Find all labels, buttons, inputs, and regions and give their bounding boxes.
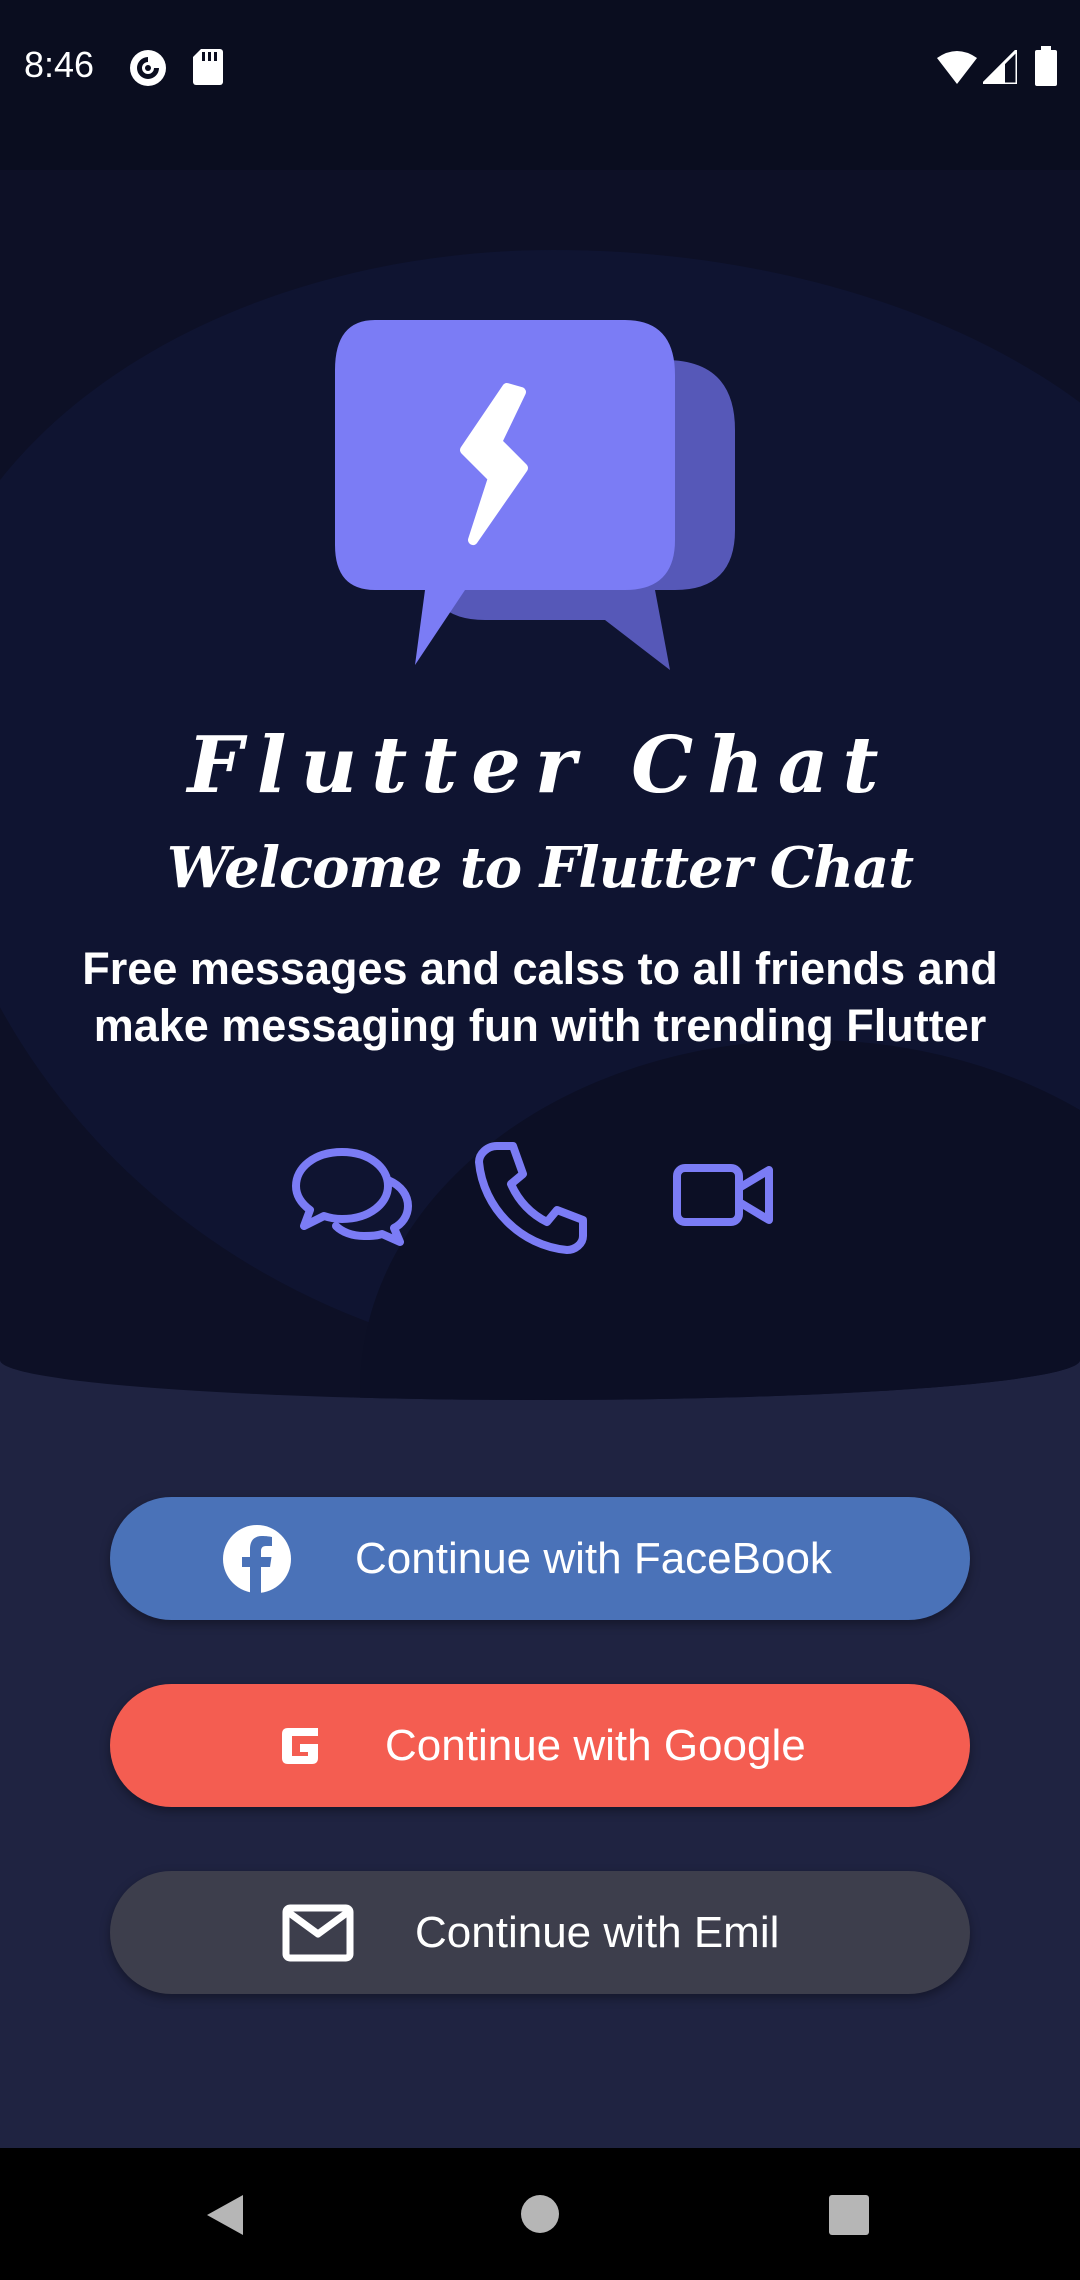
google-button-label: Continue with Google bbox=[385, 1721, 806, 1770]
google-icon bbox=[282, 1728, 318, 1764]
continue-with-facebook-button[interactable]: Continue with FaceBook bbox=[110, 1497, 970, 1620]
continue-with-google-button[interactable]: Continue with Google bbox=[110, 1684, 970, 1807]
continue-with-email-button[interactable]: Continue with Emil bbox=[110, 1871, 970, 1994]
chat-bubbles-icon bbox=[292, 1148, 412, 1246]
sd-card-icon bbox=[193, 49, 223, 85]
recents-icon[interactable] bbox=[829, 2195, 869, 2235]
mail-icon bbox=[282, 1904, 354, 1962]
pocket-casts-icon bbox=[130, 50, 166, 86]
wifi-icon bbox=[937, 51, 977, 84]
welcome-heading: Welcome to Flutter Chat bbox=[166, 835, 914, 901]
screen: 8:46 Flutter Chat Welcome to Flutter Cha… bbox=[0, 0, 1080, 2280]
feature-icons bbox=[290, 1140, 790, 1270]
signal-icon bbox=[983, 50, 1017, 84]
welcome-content: Flutter Chat Welcome to Flutter Chat Fre… bbox=[0, 0, 1080, 2280]
status-time: 8:46 bbox=[24, 44, 95, 85]
email-button-label: Continue with Emil bbox=[415, 1908, 780, 1957]
phone-icon bbox=[475, 1142, 587, 1254]
app-name: Flutter Chat bbox=[187, 720, 893, 811]
video-camera-icon bbox=[673, 1164, 773, 1226]
navigation-bar bbox=[0, 2148, 1080, 2280]
facebook-icon bbox=[223, 1525, 291, 1593]
facebook-button-label: Continue with FaceBook bbox=[355, 1534, 832, 1583]
app-logo bbox=[335, 320, 735, 670]
battery-icon bbox=[1035, 46, 1057, 86]
status-bar: 8:46 bbox=[0, 0, 1080, 170]
tagline: Free messages and calss to all friends a… bbox=[82, 943, 998, 1051]
back-icon[interactable] bbox=[205, 2193, 245, 2237]
home-icon[interactable] bbox=[520, 2194, 560, 2234]
